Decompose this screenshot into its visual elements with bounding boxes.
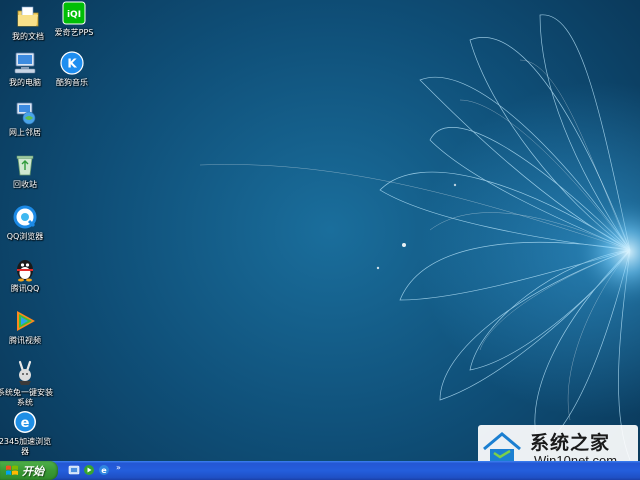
- desktop-icon-label: QQ浏览器: [6, 232, 44, 241]
- desktop[interactable]: 我的文档 iQI 爱奇艺PPS 我的电脑 K 酷狗音乐 网上邻居 回收站 QQ浏…: [0, 0, 640, 480]
- ie-browser-icon[interactable]: e: [98, 464, 110, 476]
- desktop-icon-iqiyi[interactable]: iQI 爱奇艺PPS: [46, 0, 102, 38]
- start-label: 开始: [22, 465, 44, 478]
- iqiyi-icon: iQI: [62, 1, 86, 25]
- desktop-icon-label: 回收站: [13, 180, 37, 189]
- desktop-icon-label: 网上邻居: [9, 128, 41, 137]
- svg-text:K: K: [67, 57, 77, 71]
- recycle-bin-icon: [16, 155, 34, 176]
- desktop-icon-system-installer[interactable]: 系统兔一键安装系统: [0, 360, 53, 408]
- computer-icon: [14, 52, 36, 74]
- desktop-icon-recycle-bin[interactable]: 回收站: [0, 152, 53, 190]
- network-globe-icon: [16, 102, 36, 125]
- qq-browser-icon: [13, 205, 37, 229]
- quick-launch-more-chevron[interactable]: »: [116, 463, 121, 472]
- desktop-icon-label: 系统兔一键安装系统: [0, 388, 53, 407]
- svg-text:e: e: [21, 416, 30, 431]
- 2345-browser-icon: e: [14, 411, 36, 433]
- desktop-icon-label: 2345加速浏览器: [0, 437, 52, 456]
- desktop-icon-kugou-music[interactable]: K 酷狗音乐: [44, 50, 100, 88]
- documents-folder-icon: [17, 6, 39, 27]
- desktop-icon-label: 酷狗音乐: [56, 78, 88, 87]
- taskbar[interactable]: 开始 e »: [0, 461, 640, 480]
- desktop-icon-2345-browser[interactable]: e 2345加速浏览器: [0, 409, 53, 457]
- tencent-video-icon: [17, 311, 35, 331]
- desktop-icon-qq-browser[interactable]: QQ浏览器: [0, 204, 53, 242]
- desktop-icon-tencent-video[interactable]: 腾讯视频: [0, 308, 53, 346]
- svg-text:iQI: iQI: [67, 10, 81, 20]
- watermark-title: 系统之家: [530, 432, 611, 454]
- desktop-icon-label: 腾讯视频: [9, 336, 41, 345]
- qq-penguin-icon: [17, 260, 33, 282]
- desktop-icon-label: 爱奇艺PPS: [54, 28, 94, 37]
- start-button[interactable]: 开始: [0, 461, 58, 480]
- desktop-icon-label: 腾讯QQ: [10, 284, 40, 293]
- kugou-music-icon: K: [60, 51, 84, 75]
- svg-text:e: e: [101, 466, 107, 475]
- desktop-icon-tencent-qq[interactable]: 腾讯QQ: [0, 256, 53, 294]
- show-desktop-icon[interactable]: [68, 464, 80, 476]
- desktop-icon-network-neighborhood[interactable]: 网上邻居: [0, 100, 53, 138]
- rabbit-installer-icon: [18, 360, 32, 385]
- windows-logo-icon: [6, 465, 18, 475]
- media-player-icon[interactable]: [83, 464, 95, 476]
